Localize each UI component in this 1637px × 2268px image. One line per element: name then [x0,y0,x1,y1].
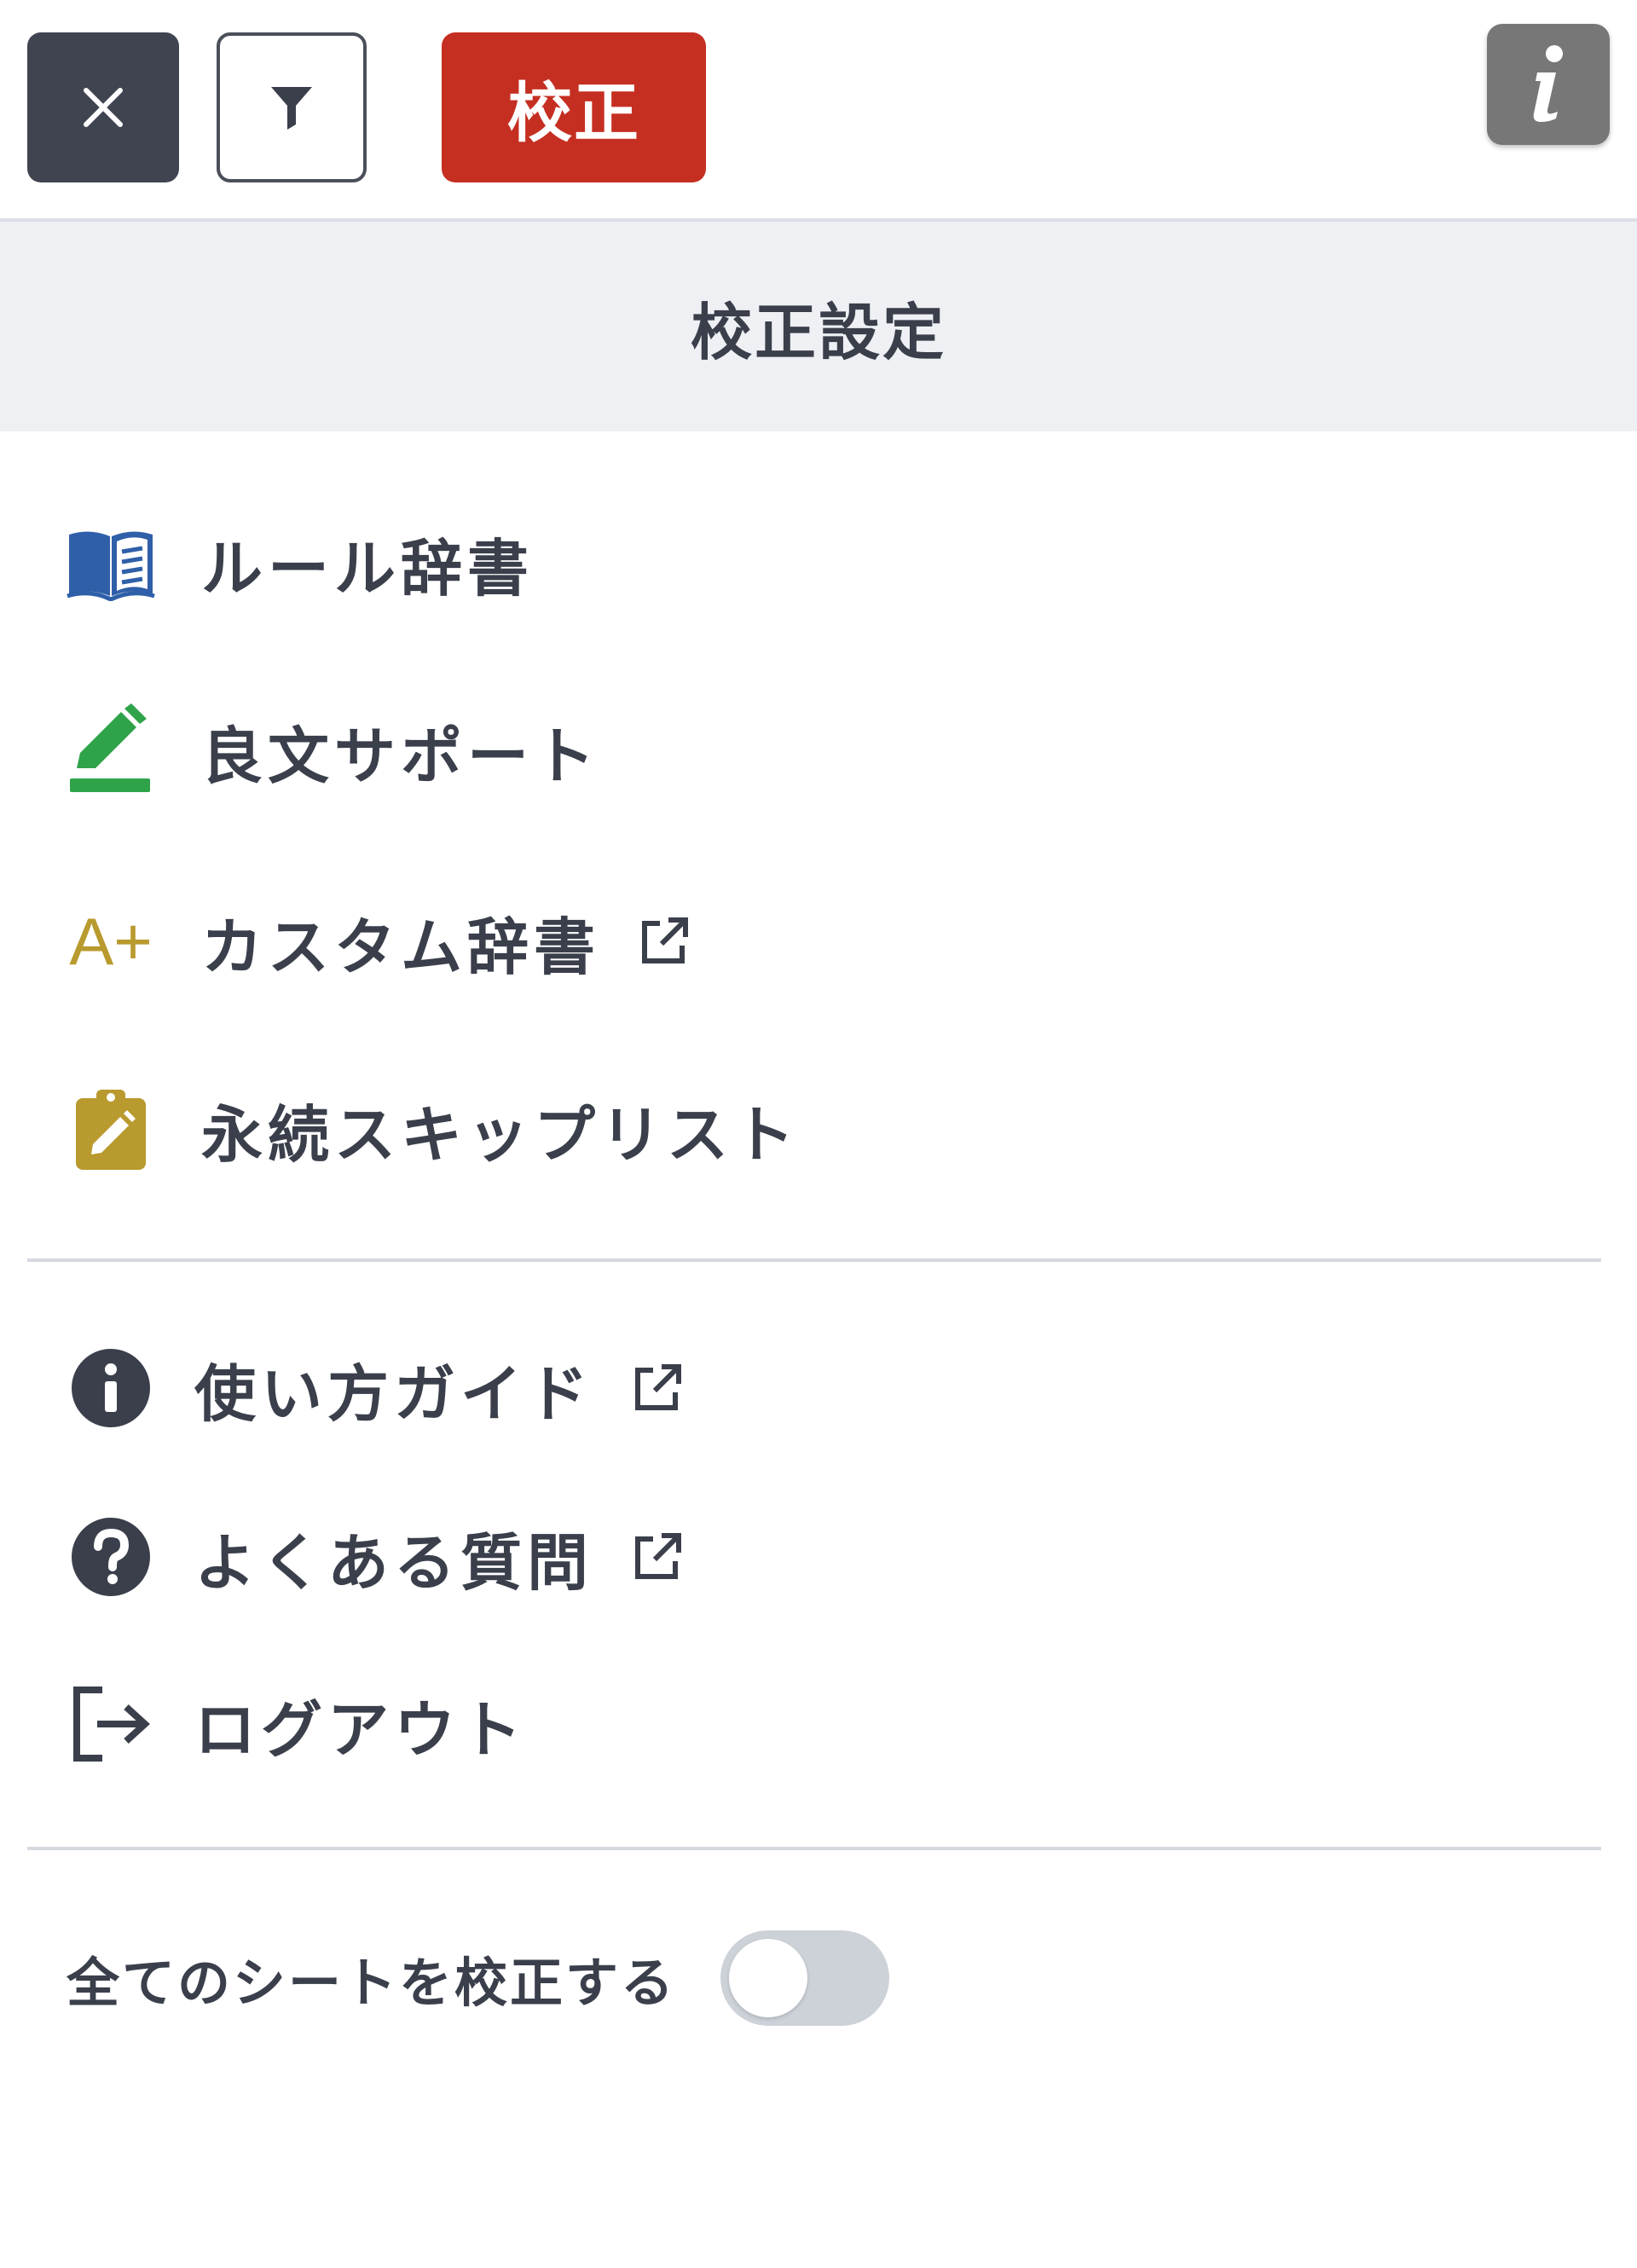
menu-item-label: 永続スキップリスト [201,1098,801,1171]
menu-item-faq[interactable]: よくある質問 [60,1489,687,1625]
external-link-icon [628,1527,687,1587]
menu-item-label: 使い方ガイド [194,1357,594,1430]
book-icon [60,512,162,614]
close-icon [84,88,123,127]
question-circle-icon [60,1506,162,1608]
proofread-button[interactable]: 校正 [442,32,706,182]
filter-icon [271,87,312,130]
info-icon [1533,45,1563,122]
a-plus-icon: A+ [69,903,153,979]
toggle-knob [729,1939,808,2017]
proofread-all-sheets-row: 全てのシートを校正する [67,1927,890,2029]
menu-item-usage-guide[interactable]: 使い方ガイド [60,1320,687,1456]
menu-item-label: カスタム辞書 [201,911,601,983]
top-toolbar: 校正 [0,0,1637,222]
info-button[interactable] [1487,24,1610,145]
menu-item-rule-dictionary[interactable]: ルール辞書 [60,495,534,631]
menu-item-writing-support[interactable]: 良文サポート [60,682,600,819]
settings-title: 校正設定 [690,296,946,368]
divider [27,1258,1601,1262]
clipboard-edit-icon [60,1078,162,1180]
menu-item-label: よくある質問 [194,1526,594,1599]
proofread-all-sheets-toggle[interactable] [720,1930,890,2026]
pencil-icon [60,699,162,801]
logout-icon [60,1673,162,1775]
external-link-icon [628,1358,687,1418]
menu-item-label: ルール辞書 [201,532,535,605]
external-link-icon [634,911,694,971]
menu-item-label: 良文サポート [201,720,601,792]
info-circle-icon [60,1337,162,1439]
proofread-all-sheets-label: 全てのシートを校正する [67,1952,677,2014]
menu-item-label: ログアウト [194,1693,528,1766]
divider [27,1847,1601,1850]
settings-header: 校正設定 [0,222,1637,431]
close-button[interactable] [27,32,179,182]
menu-item-custom-dictionary[interactable]: A+ カスタム辞書 [60,873,694,1010]
menu-item-logout[interactable]: ログアウト [60,1656,527,1792]
filter-button[interactable] [217,32,367,182]
menu-item-persistent-skip-list[interactable]: 永続スキップリスト [60,1061,800,1197]
